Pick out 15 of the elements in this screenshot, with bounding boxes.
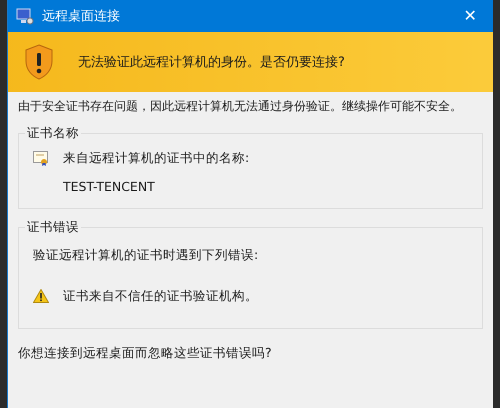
- error-message: 证书来自不信任的证书验证机构。: [63, 288, 258, 304]
- warning-shield-icon: [24, 44, 54, 80]
- group-title: 证书名称: [26, 125, 80, 142]
- question-text: 你想连接到远程桌面而忽略这些证书错误吗?: [18, 345, 273, 362]
- window-title: 远程桌面连接: [42, 8, 121, 25]
- warning-icon: [33, 289, 49, 303]
- monitor-icon: [16, 8, 34, 24]
- banner-message: 无法验证此远程计算机的身份。是否仍要连接?: [78, 54, 345, 71]
- close-button[interactable]: ✕: [455, 2, 485, 30]
- group-title: 证书错误: [26, 219, 80, 236]
- certificate-label: 来自远程计算机的证书中的名称:: [63, 150, 250, 166]
- error-heading: 验证远程计算机的证书时遇到下列错误:: [33, 246, 258, 264]
- intro-text: 由于安全证书存在问题，因此远程计算机无法通过身份验证。继续操作可能不安全。: [18, 98, 462, 115]
- certificate-name: TEST-TENCENT: [63, 178, 155, 194]
- certificate-icon: [33, 150, 49, 166]
